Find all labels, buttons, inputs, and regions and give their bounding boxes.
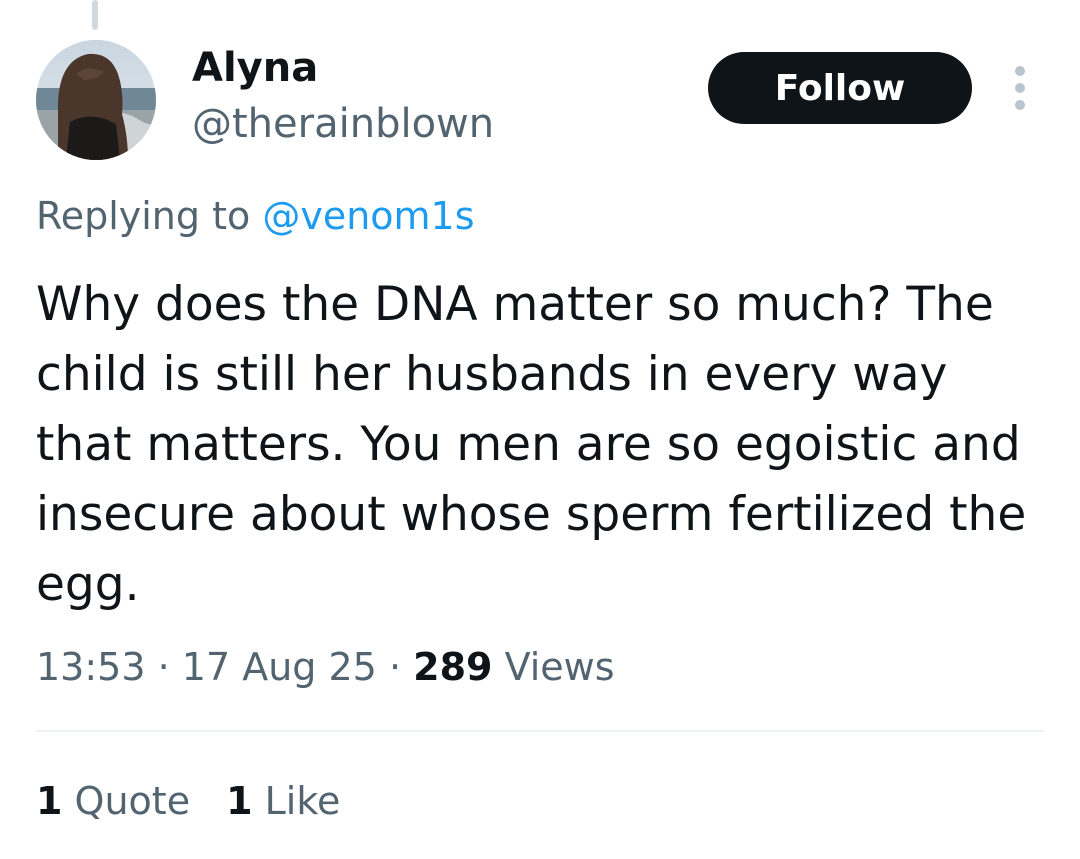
- divider: [36, 730, 1044, 732]
- more-icon-dot: [1015, 83, 1025, 93]
- quotes-stat[interactable]: 1 Quote: [36, 776, 190, 826]
- thread-connector-line: [92, 0, 98, 30]
- meta-separator: ·: [388, 645, 402, 689]
- author-handle[interactable]: @therainblown: [192, 100, 494, 148]
- tweet-text: Why does the DNA matter so much? The chi…: [36, 277, 1027, 612]
- engagement-stats: 1 Quote 1 Like: [36, 776, 340, 826]
- more-icon-dot: [1015, 100, 1025, 110]
- meta-separator: ·: [157, 645, 170, 689]
- tweet-date[interactable]: 17 Aug 25: [182, 645, 377, 689]
- quotes-label: Quote: [74, 779, 191, 823]
- views-label: Views: [504, 645, 615, 689]
- replying-to-mention[interactable]: @venom1s: [262, 194, 474, 238]
- avatar-image: [36, 40, 156, 160]
- likes-count: 1: [226, 779, 253, 823]
- more-icon[interactable]: [1002, 66, 1038, 110]
- quotes-count: 1: [36, 779, 63, 823]
- tweet-time[interactable]: 13:53: [36, 645, 146, 689]
- views-count: 289: [413, 645, 493, 689]
- replying-to-label: Replying to: [36, 194, 251, 238]
- likes-stat[interactable]: 1 Like: [226, 776, 340, 826]
- follow-button[interactable]: Follow: [708, 52, 972, 124]
- likes-label: Like: [264, 779, 341, 823]
- more-icon-dot: [1015, 66, 1025, 76]
- author-name[interactable]: Alyna: [192, 44, 318, 92]
- tweet-meta: 13:53 · 17 Aug 25 · 289 Views: [36, 642, 615, 692]
- avatar[interactable]: [36, 40, 156, 160]
- replying-to-line: Replying to @venom1s: [36, 192, 475, 240]
